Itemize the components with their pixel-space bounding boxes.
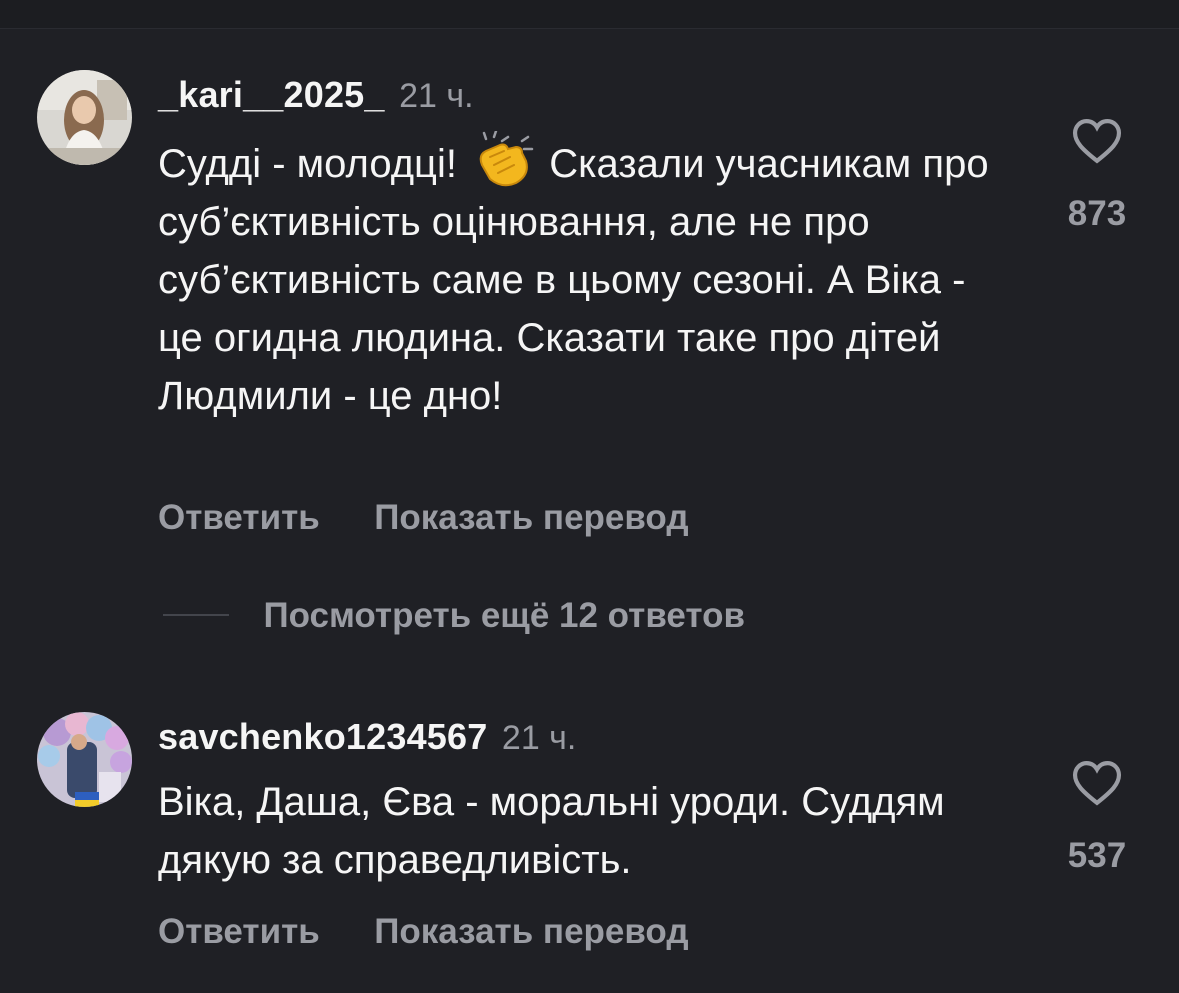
like-count: 873 <box>1067 194 1127 233</box>
clapping-hands-icon <box>472 129 534 187</box>
username[interactable]: savchenko1234567 <box>158 716 487 757</box>
show-translation-button[interactable]: Показать перевод <box>374 498 688 537</box>
reply-button[interactable]: Ответить <box>158 912 320 951</box>
like-control: 873 <box>1052 118 1142 234</box>
comment-text: Віка, Даша, Єва - моральні уроди. Суддям… <box>158 780 945 882</box>
comment-header: _kari__2025_ 21 ч. <box>158 74 474 116</box>
timestamp: 21 ч. <box>399 77 474 115</box>
view-more-replies-label: Посмотреть ещё 12 ответов <box>263 596 745 635</box>
username[interactable]: _kari__2025_ <box>158 74 385 115</box>
comment-text: Судді - молодці! Сказали учасникам про с… <box>158 129 1018 425</box>
avatar[interactable] <box>37 70 132 165</box>
comment-header: savchenko1234567 21 ч. <box>158 716 576 758</box>
comment-actions: Ответить Показать перевод <box>158 912 739 952</box>
replies-divider <box>163 614 229 616</box>
show-translation-button[interactable]: Показать перевод <box>374 912 688 951</box>
avatar[interactable] <box>37 712 132 807</box>
comment-actions: Ответить Показать перевод <box>158 498 739 538</box>
top-divider <box>0 0 1179 29</box>
heart-icon[interactable] <box>1071 760 1123 806</box>
like-count: 537 <box>1067 836 1127 875</box>
timestamp: 21 ч. <box>501 719 577 757</box>
like-control: 537 <box>1052 760 1142 876</box>
reply-button[interactable]: Ответить <box>158 498 320 537</box>
comment-text-part: Судді - молодці! <box>158 142 457 186</box>
heart-icon[interactable] <box>1071 118 1123 164</box>
view-more-replies-button[interactable]: Посмотреть ещё 12 ответов <box>163 596 745 636</box>
